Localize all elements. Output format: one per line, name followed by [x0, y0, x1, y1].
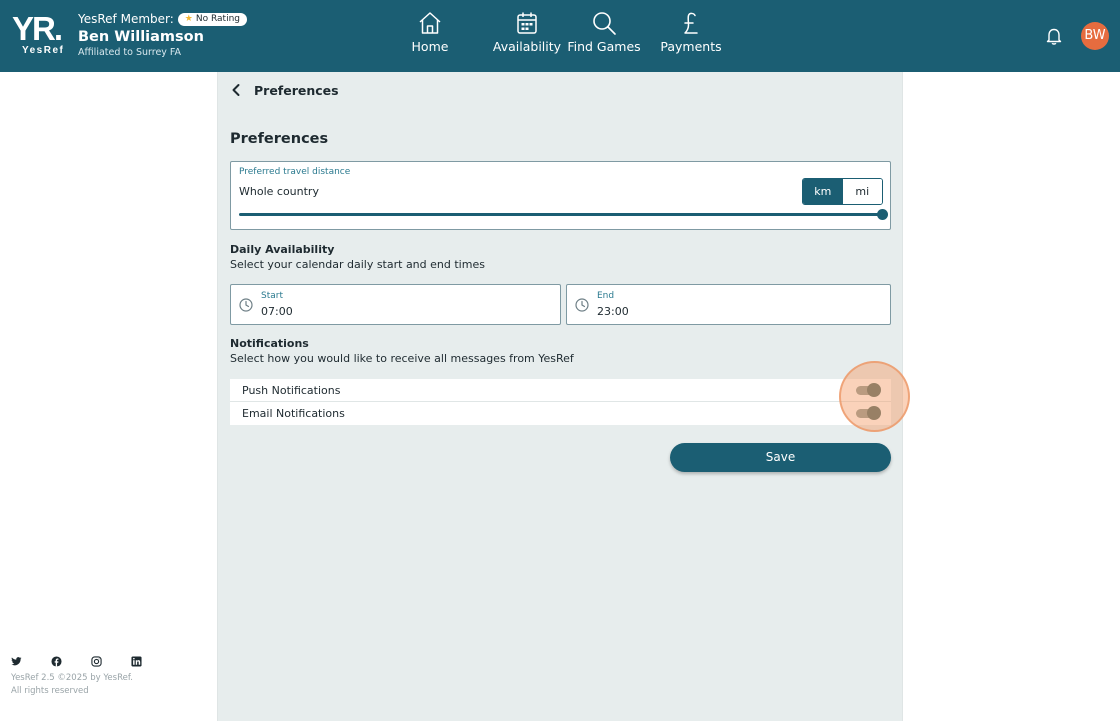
member-info: YesRef Member: ★ No Rating Ben Williamso… — [78, 11, 247, 59]
footer-copyright: YesRef 2.5 ©2025 by YesRef. All rights r… — [11, 672, 133, 698]
end-time-label: End — [597, 291, 615, 301]
save-button[interactable]: Save — [670, 443, 891, 472]
clock-icon — [239, 298, 253, 312]
instagram-icon — [91, 656, 102, 667]
search-icon — [593, 12, 616, 35]
toggle-knob — [867, 383, 881, 397]
notifications-list: Push Notifications Email Notifications — [230, 379, 891, 425]
home-icon — [419, 12, 441, 34]
clock-icon — [575, 298, 589, 312]
page-title: Preferences — [254, 82, 339, 98]
end-time-value: 23:00 — [597, 305, 629, 318]
rating-badge-text: No Rating — [195, 13, 240, 24]
logo-word: YesRef — [22, 45, 65, 56]
daily-availability-heading: Daily Availability — [230, 243, 335, 256]
avatar[interactable]: BW — [1081, 22, 1109, 50]
chevron-left-icon[interactable] — [230, 83, 242, 97]
yesref-logo[interactable]: YR. YesRef — [10, 12, 68, 58]
unit-km-button[interactable]: km — [803, 179, 843, 204]
rating-badge: ★ No Rating — [177, 12, 247, 26]
unit-toggle: km mi — [802, 178, 883, 205]
nav-find-games[interactable]: Find Games — [561, 10, 647, 55]
unit-mi-button[interactable]: mi — [842, 179, 882, 204]
toggle-knob — [867, 406, 881, 420]
section-title: Preferences — [230, 131, 329, 147]
email-notifications-label: Email Notifications — [242, 407, 345, 420]
list-item: Push Notifications — [230, 379, 891, 402]
facebook-link[interactable] — [51, 652, 91, 667]
pound-icon — [684, 12, 698, 34]
push-notifications-toggle[interactable] — [856, 383, 881, 397]
start-time-value: 07:00 — [261, 305, 293, 318]
member-label: YesRef Member: — [78, 12, 174, 26]
nav-home-label: Home — [411, 39, 449, 54]
preferences-panel: Preferences Preferences Preferred travel… — [217, 72, 910, 721]
linkedin-icon — [131, 656, 142, 667]
list-item: Email Notifications — [230, 402, 891, 425]
travel-distance-value: Whole country — [239, 185, 319, 198]
nav-payments[interactable]: Payments — [648, 10, 734, 55]
app-header: YR. YesRef YesRef Member: ★ No Rating Be… — [0, 0, 1120, 72]
push-notifications-label: Push Notifications — [242, 384, 341, 397]
nav-find-games-label: Find Games — [567, 39, 641, 54]
notifications-description: Select how you would like to receive all… — [230, 352, 574, 365]
start-time-label: Start — [261, 291, 283, 301]
nav-payments-label: Payments — [660, 39, 722, 54]
calendar-icon — [517, 12, 537, 34]
member-name: Ben Williamson — [78, 29, 204, 45]
footer-rights: All rights reserved — [11, 686, 89, 696]
footer-version: YesRef 2.5 ©2025 by YesRef. — [11, 673, 133, 683]
end-time-field[interactable]: End 23:00 — [566, 284, 891, 325]
linkedin-link[interactable] — [131, 652, 171, 667]
travel-distance-label: Preferred travel distance — [239, 167, 351, 177]
instagram-link[interactable] — [91, 652, 131, 667]
email-notifications-toggle[interactable] — [856, 406, 881, 420]
start-time-field[interactable]: Start 07:00 — [230, 284, 561, 325]
nav-availability-label: Availability — [492, 39, 562, 54]
main-nav: Home Availability Find Games Payments — [398, 10, 734, 55]
star-icon: ★ — [184, 13, 193, 24]
nav-home[interactable]: Home — [398, 10, 462, 55]
logo-mark: YR. — [12, 10, 63, 47]
facebook-icon — [51, 656, 62, 667]
travel-distance-field: Preferred travel distance Whole country … — [230, 161, 891, 230]
social-links — [11, 652, 171, 667]
distance-slider-handle[interactable] — [877, 209, 888, 220]
bell-icon[interactable] — [1044, 26, 1064, 46]
daily-availability-description: Select your calendar daily start and end… — [230, 258, 485, 271]
back-navigation[interactable]: Preferences — [230, 82, 339, 98]
twitter-link[interactable] — [11, 652, 51, 666]
distance-slider-track[interactable] — [239, 213, 883, 216]
twitter-icon — [11, 657, 22, 666]
notifications-heading: Notifications — [230, 337, 309, 350]
member-affiliation: Affiliated to Surrey FA — [78, 47, 182, 58]
